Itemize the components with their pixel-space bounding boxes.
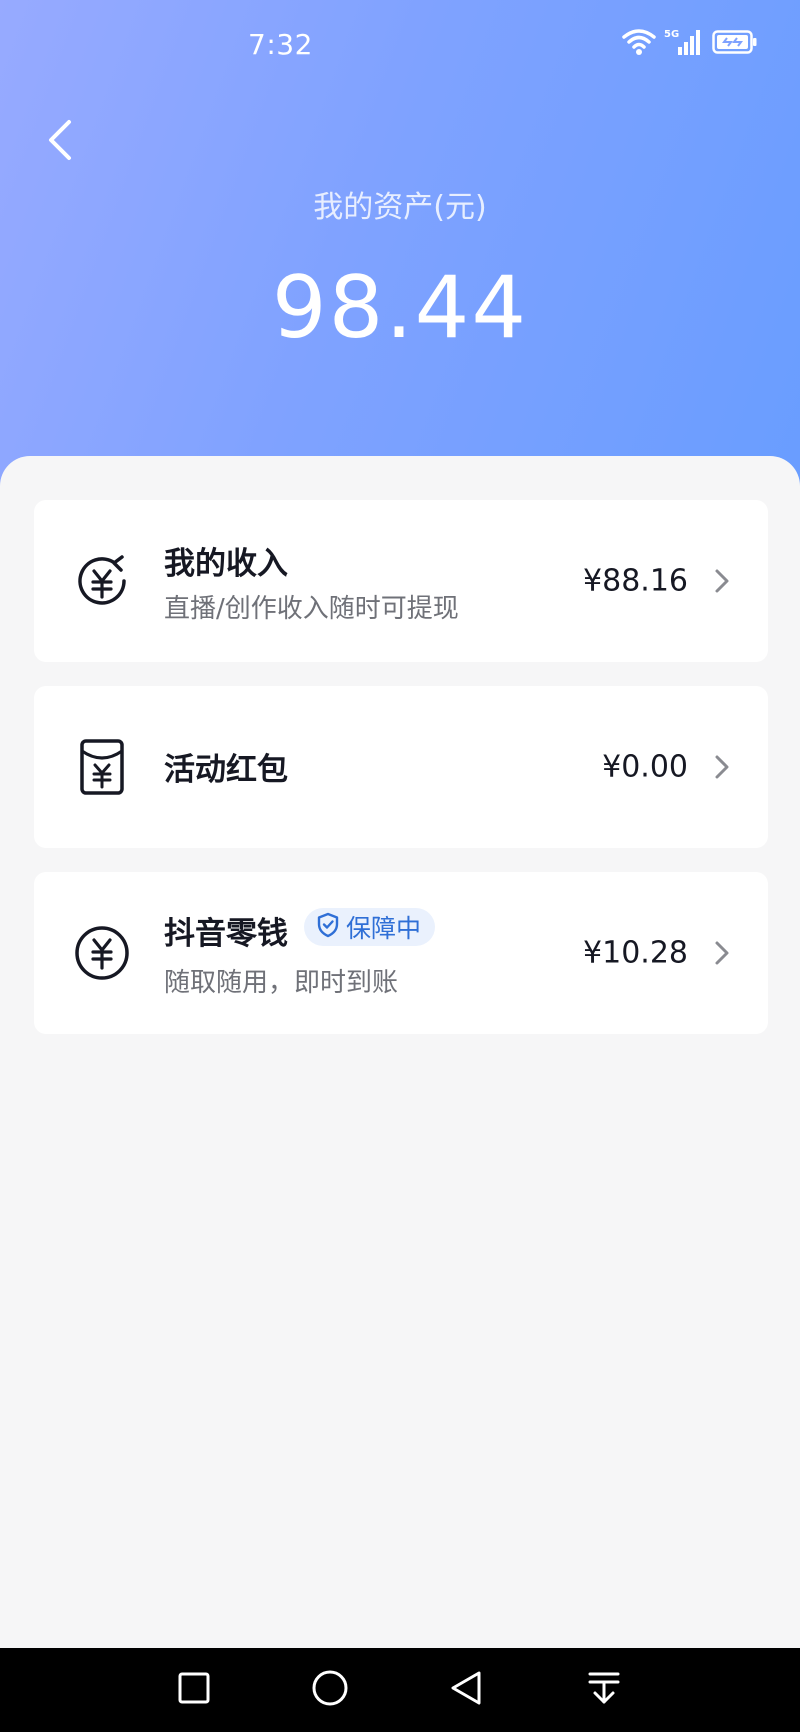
red-packet-title: 活动红包 (164, 752, 288, 788)
yen-coin-icon (72, 923, 132, 983)
income-card[interactable]: 我的收入 直播/创作收入随时可提现 ¥88.16 (34, 500, 768, 662)
status-time: 7:32 (248, 28, 313, 61)
wallet-change-title: 抖音零钱 (164, 916, 288, 952)
5g-signal-icon: 5G (664, 27, 704, 61)
wallet-change-amount: ¥10.28 (583, 935, 688, 971)
badge-label: 保障中 (346, 914, 422, 943)
yen-income-icon (72, 551, 132, 611)
wifi-icon (622, 27, 656, 61)
chevron-right-icon (712, 752, 732, 782)
svg-text:5G: 5G (664, 29, 679, 40)
chevron-left-icon (45, 118, 75, 166)
back-icon (448, 1669, 484, 1711)
back-button[interactable] (30, 112, 90, 172)
income-subtitle: 直播/创作收入随时可提现 (164, 594, 459, 624)
protection-badge: 保障中 (304, 908, 436, 946)
red-packet-icon (72, 737, 132, 797)
status-icons: 5G (622, 28, 758, 60)
asset-amount: 98.44 (271, 258, 529, 358)
status-bar: 7:32 5G (0, 0, 800, 92)
wallet-change-card[interactable]: 抖音零钱 保障中 随取随用，即时到账 ¥10.28 (34, 872, 768, 1034)
chevron-right-icon (712, 938, 732, 968)
home-icon (311, 1669, 349, 1711)
system-nav-bar (0, 1648, 800, 1732)
wallet-change-subtitle: 随取随用，即时到账 (164, 968, 399, 998)
back-nav-button[interactable] (426, 1648, 506, 1732)
income-amount: ¥88.16 (583, 563, 688, 599)
recent-apps-icon (177, 1671, 211, 1709)
chevron-right-icon (712, 566, 732, 596)
battery-icon (712, 29, 758, 59)
red-packet-amount: ¥0.00 (602, 749, 688, 785)
notification-pull-icon (586, 1669, 622, 1711)
red-packet-card[interactable]: 活动红包 ¥0.00 (34, 686, 768, 848)
asset-label: 我的资产(元) (313, 190, 487, 225)
home-button[interactable] (290, 1648, 370, 1732)
income-title: 我的收入 (164, 546, 288, 582)
shield-check-icon (316, 912, 340, 942)
notification-pull-button[interactable] (564, 1648, 644, 1732)
recent-apps-button[interactable] (154, 1648, 234, 1732)
content-sheet: 我的收入 直播/创作收入随时可提现 ¥88.16 活动红包 ¥0.00 抖音零钱… (0, 456, 800, 1648)
